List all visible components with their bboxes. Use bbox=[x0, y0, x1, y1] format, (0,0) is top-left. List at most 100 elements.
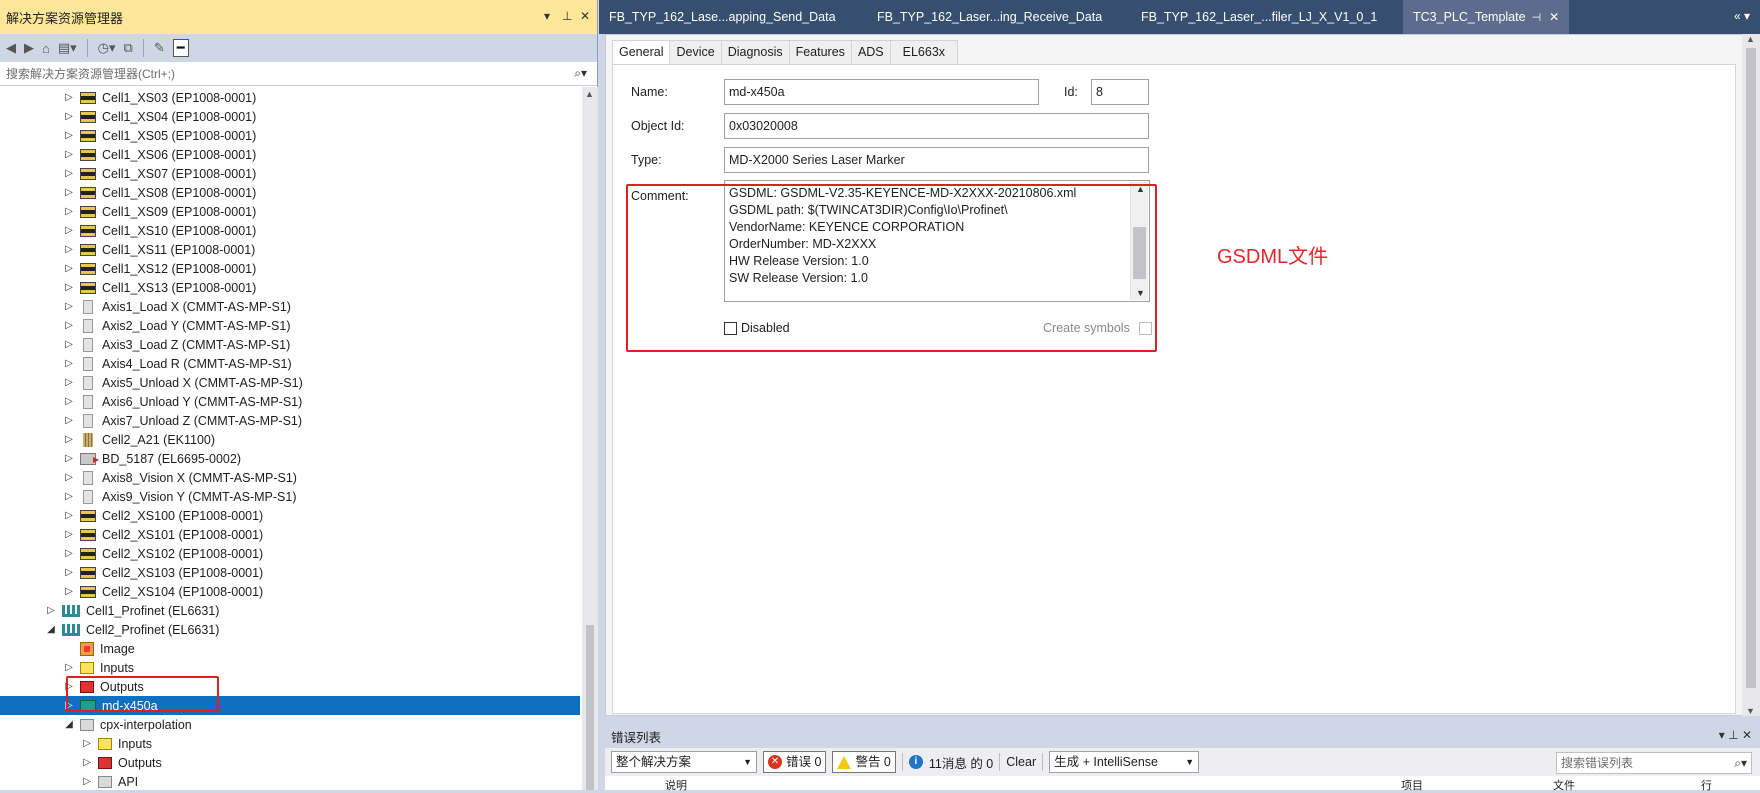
tab-device[interactable]: Device bbox=[669, 40, 722, 64]
expand-arrow-icon[interactable]: ▷ bbox=[62, 681, 76, 692]
home-icon[interactable]: ⌂ bbox=[42, 41, 50, 56]
forward-icon[interactable]: ▶ bbox=[24, 40, 34, 56]
expand-arrow-icon[interactable]: ▷ bbox=[62, 130, 76, 141]
tree-item[interactable]: ▷ Cell2_XS101 (EP1008-0001) bbox=[0, 525, 580, 544]
expand-arrow-icon[interactable]: ▷ bbox=[80, 776, 94, 787]
tree-item[interactable]: ▷ Cell1_XS05 (EP1008-0001) bbox=[0, 126, 580, 145]
tab-el663x[interactable]: EL663x bbox=[889, 40, 959, 64]
column-project[interactable]: 项目 bbox=[1401, 777, 1423, 793]
expand-arrow-icon[interactable]: ▷ bbox=[62, 396, 76, 407]
tree-item[interactable]: ▷ Axis3_Load Z (CMMT-AS-MP-S1) bbox=[0, 335, 580, 354]
editor-scrollbar[interactable]: ▲ ▼ bbox=[1742, 34, 1760, 716]
id-input[interactable]: 8 bbox=[1091, 79, 1149, 105]
messages-filter-button[interactable]: 11消息 的 0 bbox=[929, 753, 993, 772]
doc-tab-tc3-plc-template[interactable]: TC3_PLC_Template ⊣ ✕ bbox=[1403, 0, 1570, 34]
expand-arrow-icon[interactable]: ▷ bbox=[62, 206, 76, 217]
expand-arrow-icon[interactable]: ▷ bbox=[62, 700, 76, 711]
tree-item[interactable]: ▷ Cell2_XS102 (EP1008-0001) bbox=[0, 544, 580, 563]
close-icon[interactable]: ✕ bbox=[1549, 10, 1559, 24]
expand-arrow-icon[interactable]: ▷ bbox=[62, 491, 76, 502]
tree-item[interactable]: ▷ Cell1_XS12 (EP1008-0001) bbox=[0, 259, 580, 278]
search-icon[interactable]: ⌕▾ bbox=[574, 66, 587, 81]
doc-tab-profiler[interactable]: FB_TYP_162_Laser_...filer_LJ_X_V1_0_1 bbox=[1131, 0, 1387, 34]
preview-selected-icon[interactable]: ━ bbox=[172, 39, 189, 57]
tree-item[interactable]: ▷ Cell1_XS04 (EP1008-0001) bbox=[0, 107, 580, 126]
expand-arrow-icon[interactable]: ▷ bbox=[62, 111, 76, 122]
column-description[interactable]: 说明 bbox=[665, 777, 687, 793]
tree-item[interactable]: ▷ Cell1_XS06 (EP1008-0001) bbox=[0, 145, 580, 164]
pending-changes-icon[interactable]: ◷▾ bbox=[98, 40, 116, 56]
expand-arrow-icon[interactable]: ▷ bbox=[62, 510, 76, 521]
column-file[interactable]: 文件 bbox=[1553, 777, 1575, 793]
error-list-search-input[interactable]: 搜索错误列表 ⌕▾ bbox=[1556, 752, 1752, 774]
build-filter-dropdown[interactable]: 生成 + IntelliSense ▼ bbox=[1049, 751, 1200, 773]
errors-filter-button[interactable]: ✕ 错误 0 bbox=[763, 751, 827, 773]
tree-item[interactable]: ▷ Inputs bbox=[0, 734, 580, 753]
tree-item[interactable]: ▷ Cell1_XS09 (EP1008-0001) bbox=[0, 202, 580, 221]
close-icon[interactable]: ✕ bbox=[580, 9, 590, 23]
expand-arrow-icon[interactable]: ▷ bbox=[62, 662, 76, 673]
search-input[interactable]: 搜索解决方案资源管理器(Ctrl+;) bbox=[6, 65, 175, 82]
expand-arrow-icon[interactable]: ▷ bbox=[62, 434, 76, 445]
comment-textarea[interactable]: GSDML: GSDML-V2.35-KEYENCE-MD-X2XXX-2021… bbox=[724, 180, 1150, 302]
switch-views-icon[interactable]: ▤▾ bbox=[58, 40, 77, 56]
tab-features[interactable]: Features bbox=[788, 40, 852, 64]
expand-arrow-icon[interactable]: ◢ bbox=[62, 719, 76, 730]
solution-explorer-search[interactable]: 搜索解决方案资源管理器(Ctrl+;) ⌕▾ bbox=[0, 62, 597, 86]
tab-general[interactable]: General bbox=[612, 40, 671, 65]
comment-scroll-thumb[interactable] bbox=[1133, 227, 1146, 279]
expand-arrow-icon[interactable]: ▷ bbox=[62, 187, 76, 198]
scroll-up-icon[interactable]: ▲ bbox=[585, 89, 594, 99]
expand-arrow-icon[interactable]: ▷ bbox=[62, 529, 76, 540]
expand-arrow-icon[interactable]: ◢ bbox=[44, 624, 58, 635]
panel-controls-icon[interactable]: ▾ ⊥ ✕ bbox=[1719, 728, 1752, 742]
disabled-checkbox[interactable] bbox=[724, 322, 737, 335]
expand-arrow-icon[interactable]: ▷ bbox=[62, 282, 76, 293]
tree-item[interactable]: ▷ BD_5187 (EL6695-0002) bbox=[0, 449, 580, 468]
tree-item[interactable]: ▷ Cell1_Profinet (EL6631) bbox=[0, 601, 580, 620]
properties-wrench-icon[interactable]: ✎ bbox=[154, 40, 165, 56]
tree-item[interactable]: ▷ Cell1_XS03 (EP1008-0001) bbox=[0, 88, 580, 107]
tree-item[interactable]: ▷ Axis9_Vision Y (CMMT-AS-MP-S1) bbox=[0, 487, 580, 506]
tree-item[interactable]: ▷ Cell1_XS10 (EP1008-0001) bbox=[0, 221, 580, 240]
tab-ads[interactable]: ADS bbox=[850, 40, 891, 64]
scroll-down-icon[interactable]: ▼ bbox=[1746, 706, 1755, 716]
tree-item[interactable]: ▷ Cell1_XS08 (EP1008-0001) bbox=[0, 183, 580, 202]
expand-arrow-icon[interactable]: ▷ bbox=[62, 415, 76, 426]
scroll-up-icon[interactable]: ▲ bbox=[1746, 34, 1755, 44]
expand-arrow-icon[interactable]: ▷ bbox=[62, 339, 76, 350]
editor-scroll-thumb[interactable] bbox=[1746, 48, 1756, 688]
tree-item[interactable]: ▷ Axis2_Load Y (CMMT-AS-MP-S1) bbox=[0, 316, 580, 335]
search-icon[interactable]: ⌕▾ bbox=[1734, 753, 1747, 773]
scroll-up-icon[interactable]: ▲ bbox=[1136, 184, 1145, 194]
scroll-down-icon[interactable]: ▼ bbox=[1136, 288, 1145, 298]
expand-arrow-icon[interactable]: ▷ bbox=[62, 567, 76, 578]
expand-arrow-icon[interactable]: ▷ bbox=[62, 586, 76, 597]
expand-arrow-icon[interactable]: ▷ bbox=[62, 358, 76, 369]
expand-arrow-icon[interactable]: ▷ bbox=[62, 149, 76, 160]
expand-arrow-icon[interactable]: ▷ bbox=[80, 738, 94, 749]
tree-item[interactable]: ▷ Cell1_XS11 (EP1008-0001) bbox=[0, 240, 580, 259]
tree-item[interactable]: ▷ Cell2_XS104 (EP1008-0001) bbox=[0, 582, 580, 601]
doc-tab-receive-data[interactable]: FB_TYP_162_Laser...ing_Receive_Data bbox=[867, 0, 1112, 34]
expand-arrow-icon[interactable]: ▷ bbox=[62, 301, 76, 312]
column-line[interactable]: 行 bbox=[1701, 777, 1712, 793]
tree-item[interactable]: ◢ Cell2_Profinet (EL6631) bbox=[0, 620, 580, 639]
tree-item[interactable]: ▷ Cell2_XS100 (EP1008-0001) bbox=[0, 506, 580, 525]
clear-button[interactable]: Clear bbox=[1006, 755, 1036, 769]
expand-arrow-icon[interactable]: ▷ bbox=[62, 168, 76, 179]
tree-item[interactable]: ▷ Cell1_XS07 (EP1008-0001) bbox=[0, 164, 580, 183]
expand-arrow-icon[interactable]: ▷ bbox=[44, 605, 58, 616]
tree-item-selected[interactable]: ▷ md-x450a bbox=[0, 696, 580, 715]
tree-item[interactable]: ▷ Cell1_XS13 (EP1008-0001) bbox=[0, 278, 580, 297]
tree-item[interactable]: ▷ Outputs bbox=[0, 677, 580, 696]
tree-item[interactable]: ◢ cpx-interpolation bbox=[0, 715, 580, 734]
expand-arrow-icon[interactable]: ▷ bbox=[80, 757, 94, 768]
tree-item[interactable]: ▷ Cell2_A21 (EK1100) bbox=[0, 430, 580, 449]
tree-item[interactable]: ▷ Axis1_Load X (CMMT-AS-MP-S1) bbox=[0, 297, 580, 316]
tree-item[interactable]: ▷ Axis5_Unload X (CMMT-AS-MP-S1) bbox=[0, 373, 580, 392]
object-id-input[interactable]: 0x03020008 bbox=[724, 113, 1149, 139]
tree-item[interactable]: ▷ Axis7_Unload Z (CMMT-AS-MP-S1) bbox=[0, 411, 580, 430]
tree-item[interactable]: ▷ Inputs bbox=[0, 658, 580, 677]
create-symbols-checkbox[interactable] bbox=[1139, 322, 1152, 335]
